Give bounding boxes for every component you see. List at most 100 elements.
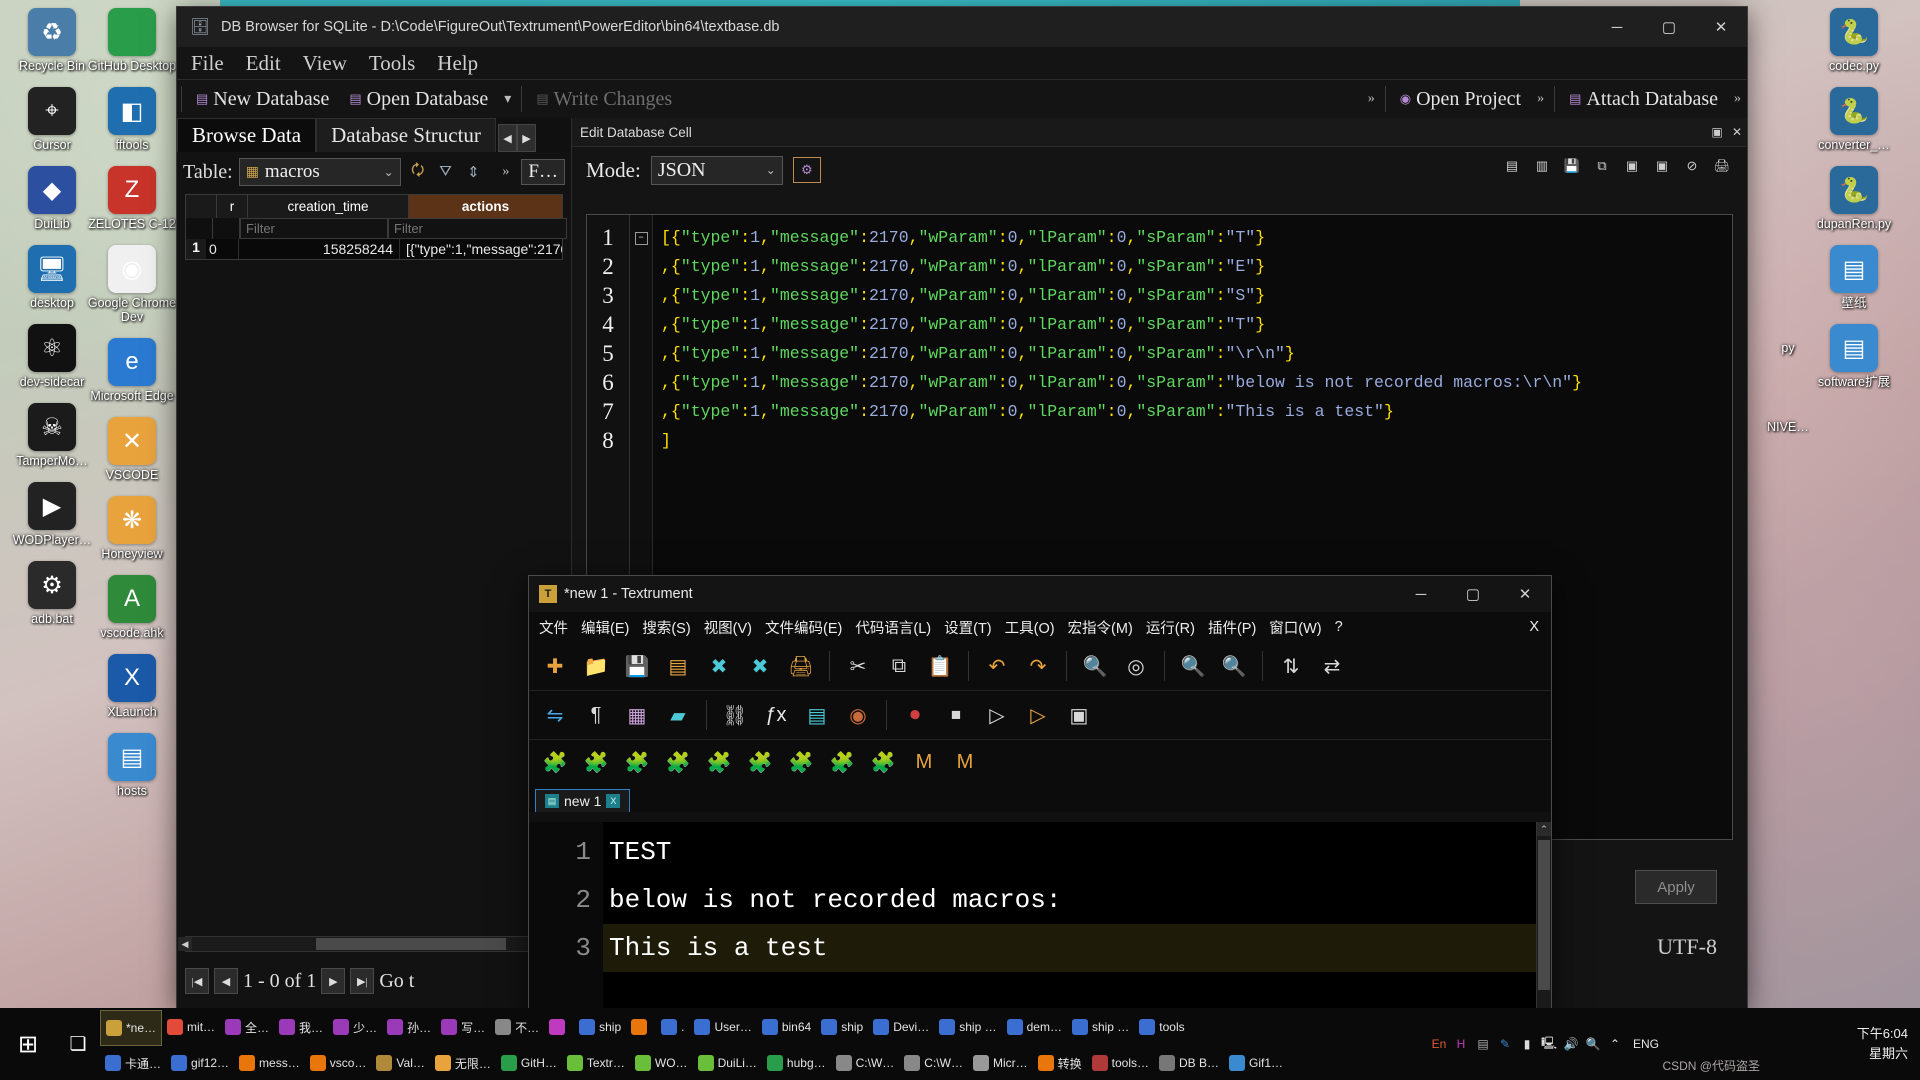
text-mode-icon[interactable]: ▥	[1531, 156, 1553, 176]
last-page-button[interactable]: ▶|	[350, 968, 375, 994]
set-null-icon[interactable]: ⊘	[1681, 156, 1703, 176]
duilib-task-icon[interactable]: DuiLi…	[693, 1046, 762, 1080]
plugin-icon[interactable]: 🧩	[742, 744, 778, 780]
search-icon[interactable]: 🔍	[1582, 1033, 1604, 1055]
find-icon[interactable]: 🔍	[1077, 648, 1113, 684]
textrument-line[interactable]: below is not recorded macros:	[603, 876, 1551, 924]
grid-filter-button[interactable]: F…	[521, 159, 565, 185]
tab-scroll-left-icon[interactable]: ◀	[497, 124, 517, 152]
plugin-icon[interactable]: 🧩	[783, 744, 819, 780]
sort-button[interactable]: ⇕	[463, 160, 485, 184]
redo-icon[interactable]: ↷	[1020, 648, 1056, 684]
textrument-vertical-scrollbar[interactable]: ⌃	[1536, 822, 1551, 1016]
textrument-close-button[interactable]: ✕	[1499, 576, 1551, 612]
plugin-icon[interactable]: 🧩	[701, 744, 737, 780]
plugin-icon[interactable]: 🧩	[824, 744, 860, 780]
json-line[interactable]: ]	[661, 426, 1726, 455]
dbbrowser-task-icon[interactable]: DB B…	[1154, 1046, 1224, 1080]
taskbar-clock[interactable]: 下午6:04 星期六	[1758, 1008, 1920, 1080]
copy-icon[interactable]: ⧉	[881, 648, 917, 684]
apply-button[interactable]: Apply	[1635, 870, 1717, 904]
chrome-task-icon[interactable]: 写…	[436, 1010, 490, 1044]
windows-start-icon[interactable]: ⊞	[0, 1008, 56, 1080]
tab-database-structure[interactable]: Database Structur	[316, 118, 496, 152]
import-text-icon[interactable]: ▤	[1501, 156, 1523, 176]
app-task-icon[interactable]: Micr…	[968, 1046, 1033, 1080]
plugin-icon[interactable]: 🧩	[865, 744, 901, 780]
textrument-menu-10[interactable]: 插件(P)	[1208, 617, 1256, 638]
chrome-task-icon[interactable]: 少…	[328, 1010, 382, 1044]
table-row[interactable]: 1 0 158258244 [{"type":1,"message":2170,…	[186, 239, 562, 259]
folder-task-icon[interactable]: User…	[689, 1010, 756, 1044]
new-database-button[interactable]: ▤ New Database	[186, 80, 339, 118]
refresh-button[interactable]: 🗘	[407, 160, 429, 184]
plugin-icon[interactable]: 🧩	[619, 744, 655, 780]
explorer-task-icon[interactable]: 不…	[490, 1010, 544, 1044]
chrome-task-icon[interactable]: mit…	[162, 1010, 220, 1044]
copy-cell-icon[interactable]: ⧉	[1591, 156, 1613, 176]
word-wrap-icon[interactable]: ⇋	[537, 697, 573, 733]
folder-task-icon[interactable]: tools	[1134, 1010, 1189, 1044]
close-all-icon[interactable]: ✖	[742, 648, 778, 684]
stop-macro-icon[interactable]: ⏹	[938, 697, 974, 733]
app-task-icon[interactable]: 转换	[1033, 1046, 1087, 1080]
chrome-task-icon[interactable]: 无限…	[430, 1046, 496, 1080]
db-browser-titlebar[interactable]: 🗄 DB Browser for SQLite - D:\Code\Figure…	[177, 7, 1747, 47]
textrument-menu-6[interactable]: 设置(T)	[944, 617, 992, 638]
color-picker-icon[interactable]: ▰	[660, 697, 696, 733]
ime-icon[interactable]: En	[1428, 1033, 1450, 1055]
prev-page-button[interactable]: ◀	[214, 968, 238, 994]
menu-tools[interactable]: Tools	[369, 51, 415, 76]
chrome-task-icon[interactable]: 全…	[220, 1010, 274, 1044]
folder-task-icon[interactable]: ship …	[934, 1010, 1001, 1044]
converter-icon[interactable]: 🐍 converter_…	[1806, 87, 1902, 152]
folder-task-icon[interactable]: tools…	[1087, 1046, 1154, 1080]
xlaunch-icon[interactable]: X XLaunch	[84, 654, 180, 719]
zoom-in-icon[interactable]: 🔍	[1175, 648, 1211, 684]
chrome-task-icon[interactable]: 孙…	[382, 1010, 436, 1044]
vscode-ahk-icon[interactable]: Avscode.ahk	[84, 575, 180, 640]
app-task-icon[interactable]	[544, 1010, 574, 1044]
cell-actions[interactable]: [{"type":1,"message":2170,"wParam":…	[400, 239, 562, 259]
print-icon[interactable]: 🖨	[783, 648, 819, 684]
next-page-button[interactable]: ▶	[321, 968, 346, 994]
folder-task-icon[interactable]: gif12…	[166, 1046, 234, 1080]
textrument-titlebar[interactable]: T *new 1 - Textrument ─ ▢ ✕	[529, 576, 1551, 612]
word-wrap-toggle-icon[interactable]: ⚙	[792, 157, 821, 183]
cell-creation-time[interactable]: 158258244	[239, 239, 400, 259]
record-macro-icon[interactable]: ⏺	[897, 697, 933, 733]
sync-scroll-v-icon[interactable]: ⇅	[1273, 648, 1309, 684]
grid-header-creation-time[interactable]: creation_time	[248, 195, 409, 218]
toolbar-overflow-1[interactable]: »	[1362, 91, 1381, 107]
textrument-menu-8[interactable]: 宏指令(M)	[1068, 617, 1133, 638]
plugin-icon[interactable]: 🧩	[537, 744, 573, 780]
textrument-menu-3[interactable]: 视图(V)	[704, 617, 752, 638]
folder-task-icon[interactable]: ship	[574, 1010, 626, 1044]
export-icon[interactable]: ▣	[1651, 156, 1673, 176]
cmd-task-icon[interactable]: C:\W…	[831, 1046, 900, 1080]
textrument-menu-close-doc[interactable]: X	[1529, 619, 1539, 635]
app-task-icon[interactable]: Gif1…	[1224, 1046, 1288, 1080]
undo-icon[interactable]: ↶	[979, 648, 1015, 684]
note-tray-icon[interactable]: ▤	[1472, 1033, 1494, 1055]
textrument-line[interactable]: TEST	[603, 828, 1551, 876]
db-minimize-button[interactable]: ─	[1591, 7, 1643, 47]
app-task-icon[interactable]: Val…	[371, 1046, 429, 1080]
attach-database-button[interactable]: ▤ Attach Database	[1559, 80, 1728, 118]
app-tray-icon[interactable]: H	[1450, 1033, 1472, 1055]
textrument-task-icon[interactable]: Textr…	[562, 1046, 630, 1080]
json-line[interactable]: ,{"type":1,"message":2170,"wParam":0,"lP…	[661, 397, 1726, 426]
folder-task-icon[interactable]: ship	[816, 1010, 868, 1044]
folder-task-icon[interactable]: dem…	[1002, 1010, 1067, 1044]
indent-guide-icon[interactable]: ▦	[619, 697, 655, 733]
textrument-task-icon[interactable]: *ne…	[100, 1010, 163, 1046]
zoom-out-icon[interactable]: 🔍	[1216, 648, 1252, 684]
partial-icon-py[interactable]: py	[1740, 290, 1836, 355]
play-multiple-icon[interactable]: ▷	[1020, 697, 1056, 733]
codec-py-icon[interactable]: 🐍 codec.py	[1806, 8, 1902, 73]
grid-toolbar-overflow[interactable]: »	[496, 164, 515, 180]
tray-overflow-icon[interactable]: ⌃	[1604, 1033, 1626, 1055]
textrument-menu-5[interactable]: 代码语言(L)	[855, 617, 931, 638]
grid-header-r[interactable]: r	[217, 195, 248, 218]
github-task-icon[interactable]: GitH…	[496, 1046, 562, 1080]
